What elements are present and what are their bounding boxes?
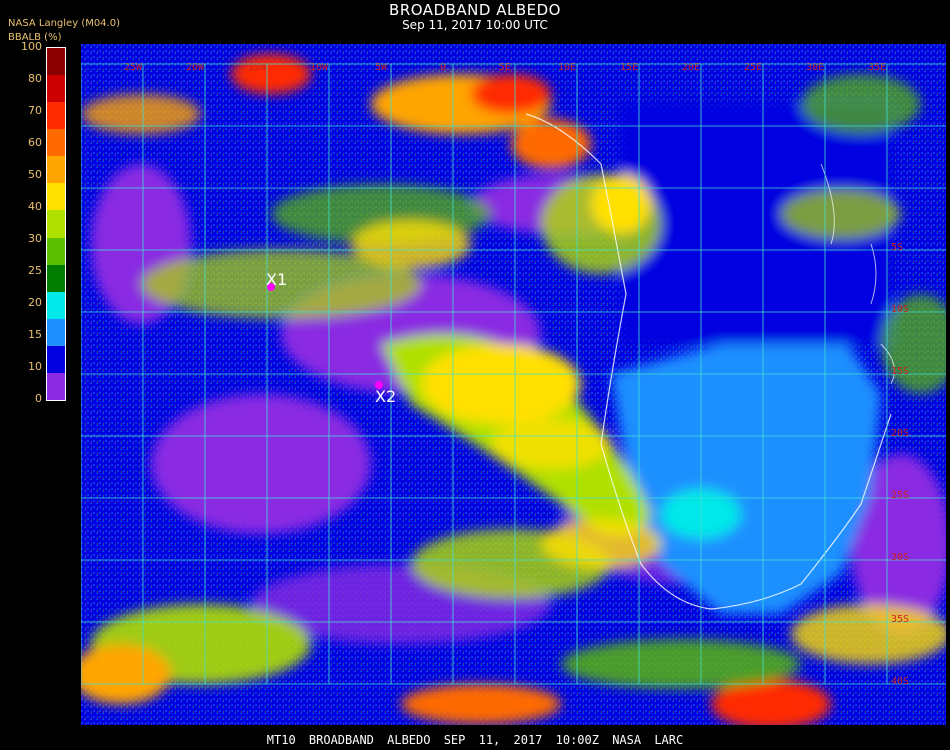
marker-label: X1 <box>266 270 287 289</box>
colorbar-segment <box>47 372 65 401</box>
colorbar-segment <box>47 264 65 293</box>
colorbar-tick-label: 100 <box>21 40 42 53</box>
colorbar-segment <box>47 291 65 320</box>
colorbar-tick-label: 80 <box>28 72 42 85</box>
colorbar-segment <box>47 156 65 184</box>
latitude-label: 35S <box>891 614 909 625</box>
latitude-label: 30S <box>891 552 909 563</box>
colorbar-tick-label: 15 <box>28 328 42 341</box>
colorbar-segment <box>47 237 65 266</box>
colorbar-tick-label: 30 <box>28 232 42 245</box>
colorbar-tick-label: 40 <box>28 200 42 213</box>
latitude-label: 5S <box>891 242 903 253</box>
colorbar-tick-label: 10 <box>28 360 42 373</box>
colorbar-segment <box>47 75 65 103</box>
colorbar-tick-label: 60 <box>28 136 42 149</box>
latitude-label: 25S <box>891 490 909 501</box>
colorbar-segment <box>47 318 65 347</box>
colorbar-tick-label: 0 <box>35 392 42 405</box>
colorbar-segment <box>47 129 65 157</box>
satellite-map: 25W 20W 15W 10W 5W 0 5E 10E 15E 20E 25E 30E 35E 5S 10S… <box>81 44 946 725</box>
colorbar-tick-label: 25 <box>28 264 42 277</box>
colorbar-legend <box>46 47 66 401</box>
colorbar-segment <box>47 48 65 76</box>
colorbar-tick-label: 20 <box>28 296 42 309</box>
map-title: BROADBAND ALBEDO <box>389 1 561 19</box>
latitude-label: 10S <box>891 304 909 315</box>
colorbar-tick-label: 50 <box>28 168 42 181</box>
map-timestamp: Sep 11, 2017 10:00 UTC <box>402 18 548 32</box>
latitude-label: 20S <box>891 428 909 439</box>
colorbar-segment <box>47 345 65 374</box>
colorbar-segment <box>47 183 65 211</box>
source-label: NASA Langley (M04.0) <box>8 18 120 29</box>
colorbar-segment <box>47 102 65 130</box>
colorbar-segment <box>47 210 65 239</box>
latitude-label: 15S <box>891 366 909 377</box>
latitude-label: 40S <box>891 676 909 687</box>
colorbar-tick-label: 70 <box>28 104 42 117</box>
marker-label: X2 <box>375 387 396 406</box>
footer-caption: MT10 BROADBAND ALBEDO SEP 11, 2017 10:00… <box>266 733 684 747</box>
